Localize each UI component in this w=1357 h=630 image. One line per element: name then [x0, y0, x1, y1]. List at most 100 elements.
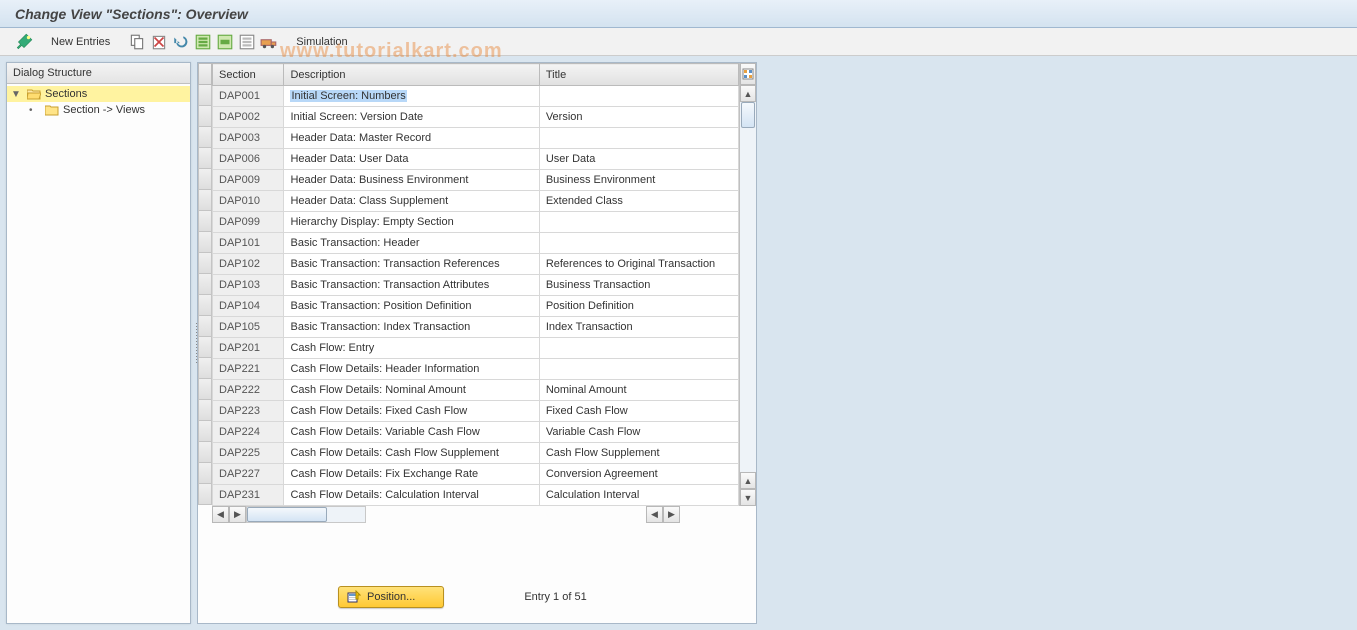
- cell-title[interactable]: [539, 212, 738, 233]
- transport-icon[interactable]: [260, 33, 278, 51]
- cell-title[interactable]: [539, 359, 738, 380]
- vertical-scrollbar[interactable]: ▲ ▲ ▼: [739, 63, 756, 506]
- new-entries-button[interactable]: New Entries: [45, 34, 116, 50]
- cell-description[interactable]: Basic Transaction: Transaction Attribute…: [284, 275, 539, 296]
- cell-section[interactable]: DAP010: [213, 191, 284, 212]
- table-row[interactable]: DAP001Initial Screen: Numbers: [213, 86, 739, 107]
- row-selector[interactable]: [198, 169, 212, 190]
- cell-description[interactable]: Cash Flow Details: Fixed Cash Flow: [284, 401, 539, 422]
- cell-section[interactable]: DAP221: [213, 359, 284, 380]
- table-row[interactable]: DAP006Header Data: User DataUser Data: [213, 149, 739, 170]
- cell-section[interactable]: DAP003: [213, 128, 284, 149]
- cell-title[interactable]: Extended Class: [539, 191, 738, 212]
- cell-description[interactable]: Cash Flow Details: Variable Cash Flow: [284, 422, 539, 443]
- cell-title[interactable]: Version: [539, 107, 738, 128]
- table-row[interactable]: DAP222Cash Flow Details: Nominal AmountN…: [213, 380, 739, 401]
- horizontal-scrollbar[interactable]: ◀ ▶ ◀ ▶: [198, 506, 756, 523]
- row-selector[interactable]: [198, 85, 212, 106]
- row-selector[interactable]: [198, 211, 212, 232]
- cell-title[interactable]: Business Transaction: [539, 275, 738, 296]
- hscroll-left-icon[interactable]: ◀: [212, 506, 229, 523]
- cell-description[interactable]: Header Data: User Data: [284, 149, 539, 170]
- table-row[interactable]: DAP099Hierarchy Display: Empty Section: [213, 212, 739, 233]
- row-selector[interactable]: [198, 274, 212, 295]
- select-block-icon[interactable]: [216, 33, 234, 51]
- cell-description[interactable]: Cash Flow Details: Fix Exchange Rate: [284, 464, 539, 485]
- tree-item-sections[interactable]: ▼ Sections: [7, 86, 190, 102]
- cell-title[interactable]: [539, 86, 738, 107]
- tree-collapse-icon[interactable]: ▼: [11, 89, 23, 100]
- cell-section[interactable]: DAP099: [213, 212, 284, 233]
- row-selector[interactable]: [198, 253, 212, 274]
- cell-description[interactable]: Cash Flow Details: Nominal Amount: [284, 380, 539, 401]
- table-row[interactable]: DAP231Cash Flow Details: Calculation Int…: [213, 485, 739, 506]
- table-row[interactable]: DAP102Basic Transaction: Transaction Ref…: [213, 254, 739, 275]
- cell-section[interactable]: DAP231: [213, 485, 284, 506]
- cell-title[interactable]: Position Definition: [539, 296, 738, 317]
- row-selector[interactable]: [198, 379, 212, 400]
- scroll-up-icon[interactable]: ▲: [740, 85, 756, 102]
- vscroll-thumb[interactable]: [741, 102, 755, 128]
- cell-section[interactable]: DAP102: [213, 254, 284, 275]
- cell-title[interactable]: Conversion Agreement: [539, 464, 738, 485]
- cell-section[interactable]: DAP103: [213, 275, 284, 296]
- row-selector[interactable]: [198, 463, 212, 484]
- row-selector[interactable]: [198, 127, 212, 148]
- row-selector[interactable]: [198, 484, 212, 505]
- cell-section[interactable]: DAP225: [213, 443, 284, 464]
- column-header-section[interactable]: Section: [213, 64, 284, 86]
- cell-section[interactable]: DAP101: [213, 233, 284, 254]
- select-all-icon[interactable]: [194, 33, 212, 51]
- cell-section[interactable]: DAP006: [213, 149, 284, 170]
- cell-description[interactable]: Cash Flow Details: Header Information: [284, 359, 539, 380]
- hscroll-left2-icon[interactable]: ◀: [646, 506, 663, 523]
- cell-section[interactable]: DAP201: [213, 338, 284, 359]
- table-row[interactable]: DAP104Basic Transaction: Position Defini…: [213, 296, 739, 317]
- table-row[interactable]: DAP227Cash Flow Details: Fix Exchange Ra…: [213, 464, 739, 485]
- cell-description[interactable]: Basic Transaction: Index Transaction: [284, 317, 539, 338]
- row-selector-header[interactable]: [198, 63, 212, 85]
- cell-section[interactable]: DAP105: [213, 317, 284, 338]
- scroll-step-up-icon[interactable]: ▲: [740, 472, 756, 489]
- row-selector[interactable]: [198, 148, 212, 169]
- cell-title[interactable]: Fixed Cash Flow: [539, 401, 738, 422]
- deselect-all-icon[interactable]: [238, 33, 256, 51]
- table-row[interactable]: DAP225Cash Flow Details: Cash Flow Suppl…: [213, 443, 739, 464]
- table-row[interactable]: DAP002Initial Screen: Version DateVersio…: [213, 107, 739, 128]
- cell-title[interactable]: References to Original Transaction: [539, 254, 738, 275]
- cell-description[interactable]: Header Data: Class Supplement: [284, 191, 539, 212]
- cell-description[interactable]: Basic Transaction: Transaction Reference…: [284, 254, 539, 275]
- table-config-icon[interactable]: [740, 63, 756, 85]
- cell-section[interactable]: DAP002: [213, 107, 284, 128]
- hscroll-right-icon[interactable]: ▶: [229, 506, 246, 523]
- row-selector[interactable]: [198, 442, 212, 463]
- row-selector[interactable]: [198, 232, 212, 253]
- hscroll-right2-icon[interactable]: ▶: [663, 506, 680, 523]
- cell-section[interactable]: DAP104: [213, 296, 284, 317]
- table-row[interactable]: DAP010Header Data: Class SupplementExten…: [213, 191, 739, 212]
- table-row[interactable]: DAP223Cash Flow Details: Fixed Cash Flow…: [213, 401, 739, 422]
- cell-description[interactable]: Initial Screen: Version Date: [284, 107, 539, 128]
- cell-description[interactable]: Hierarchy Display: Empty Section: [284, 212, 539, 233]
- table-row[interactable]: DAP009Header Data: Business EnvironmentB…: [213, 170, 739, 191]
- cell-section[interactable]: DAP224: [213, 422, 284, 443]
- table-row[interactable]: DAP103Basic Transaction: Transaction Att…: [213, 275, 739, 296]
- cell-title[interactable]: Index Transaction: [539, 317, 738, 338]
- row-selector[interactable]: [198, 190, 212, 211]
- table-row[interactable]: DAP224Cash Flow Details: Variable Cash F…: [213, 422, 739, 443]
- table-row[interactable]: DAP105Basic Transaction: Index Transacti…: [213, 317, 739, 338]
- cell-description[interactable]: Basic Transaction: Position Definition: [284, 296, 539, 317]
- scroll-down-icon[interactable]: ▼: [740, 489, 756, 506]
- cell-description[interactable]: Cash Flow: Entry: [284, 338, 539, 359]
- copy-icon[interactable]: [128, 33, 146, 51]
- row-selector[interactable]: [198, 421, 212, 442]
- vscroll-track[interactable]: [740, 102, 756, 472]
- cell-description[interactable]: Cash Flow Details: Calculation Interval: [284, 485, 539, 506]
- table-row[interactable]: DAP201Cash Flow: Entry: [213, 338, 739, 359]
- delete-icon[interactable]: [150, 33, 168, 51]
- column-header-title[interactable]: Title: [539, 64, 738, 86]
- cell-section[interactable]: DAP009: [213, 170, 284, 191]
- panel-resize-handle[interactable]: [195, 323, 201, 363]
- table-row[interactable]: DAP101Basic Transaction: Header: [213, 233, 739, 254]
- cell-description[interactable]: Cash Flow Details: Cash Flow Supplement: [284, 443, 539, 464]
